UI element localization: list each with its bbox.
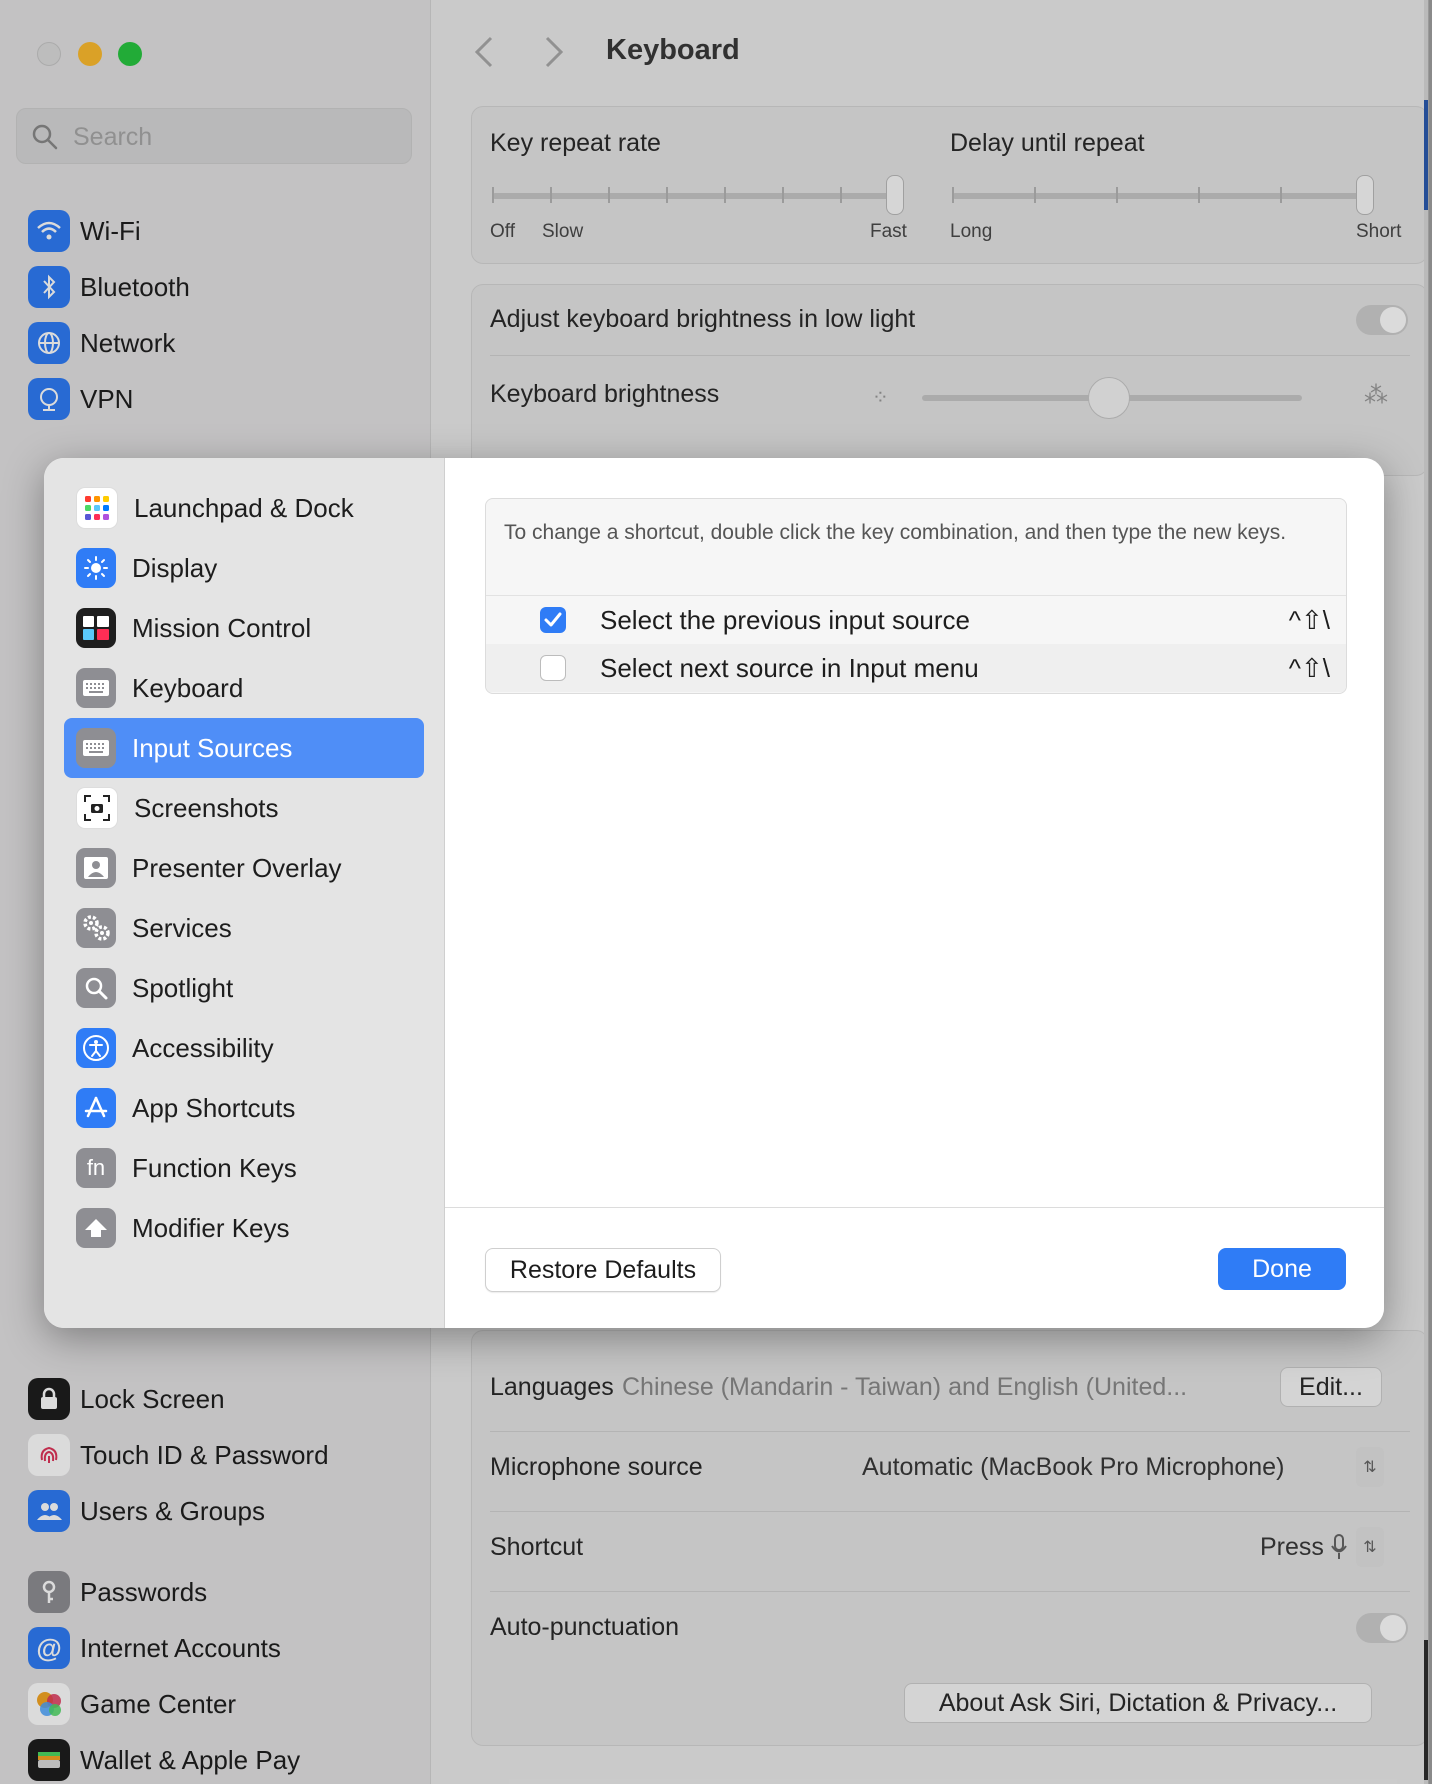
shortcut-table: To change a shortcut, double click the k…: [485, 498, 1347, 694]
display-icon: [76, 548, 116, 588]
keyboard-icon: [76, 728, 116, 768]
system-settings-window: Wi-Fi Bluetooth Network VPN Lock Screen: [0, 0, 1429, 1784]
fn-icon: fn: [76, 1148, 116, 1188]
accessibility-icon: [76, 1028, 116, 1068]
category-spotlight[interactable]: Spotlight: [64, 958, 424, 1018]
category-label: Mission Control: [132, 612, 312, 643]
shortcut-row-label: Select next source in Input menu: [600, 652, 979, 683]
category-label: Launchpad & Dock: [134, 492, 354, 523]
keyboard-icon: [76, 668, 116, 708]
category-label: Screenshots: [134, 792, 279, 823]
category-label: App Shortcuts: [132, 1092, 296, 1123]
category-launchpad-dock[interactable]: Launchpad & Dock: [64, 478, 424, 538]
screenshot-icon: [76, 787, 118, 829]
shortcut-checkbox-unchecked[interactable]: [540, 655, 566, 681]
shortcut-row-label: Select the previous input source: [600, 604, 970, 635]
mission-control-icon: [76, 608, 116, 648]
category-presenter-overlay[interactable]: Presenter Overlay: [64, 838, 424, 898]
category-accessibility[interactable]: Accessibility: [64, 1018, 424, 1078]
shortcut-key-combination[interactable]: ^⇧\: [1289, 653, 1330, 684]
up-arrow-icon: [76, 1208, 116, 1248]
shortcut-categories-list: Launchpad & Dock Display Mission Control…: [44, 458, 445, 1328]
category-mission-control[interactable]: Mission Control: [64, 598, 424, 658]
category-modifier-keys[interactable]: Modifier Keys: [64, 1198, 424, 1258]
category-app-shortcuts[interactable]: App Shortcuts: [64, 1078, 424, 1138]
footer-divider: [445, 1207, 1384, 1208]
category-keyboard[interactable]: Keyboard: [64, 658, 424, 718]
app-store-icon: [76, 1088, 116, 1128]
presenter-icon: [76, 848, 116, 888]
category-display[interactable]: Display: [64, 538, 424, 598]
launchpad-icon: [76, 487, 118, 529]
checkmark-icon: [544, 612, 562, 627]
restore-defaults-button[interactable]: Restore Defaults: [485, 1248, 721, 1292]
category-label: Input Sources: [132, 732, 293, 763]
magnifier-icon: [76, 968, 116, 1008]
shortcut-checkbox-checked[interactable]: [540, 607, 566, 633]
category-label: Modifier Keys: [132, 1212, 290, 1243]
category-services[interactable]: Services: [64, 898, 424, 958]
keyboard-shortcuts-sheet: Launchpad & Dock Display Mission Control…: [44, 458, 1384, 1328]
category-label: Spotlight: [132, 972, 234, 1003]
category-label: Keyboard: [132, 672, 244, 703]
gears-icon: [76, 908, 116, 948]
category-input-sources[interactable]: Input Sources: [64, 718, 424, 778]
done-button[interactable]: Done: [1218, 1248, 1346, 1290]
shortcut-detail-pane: To change a shortcut, double click the k…: [445, 458, 1384, 1328]
shortcut-row[interactable]: Select next source in Input menu ^⇧\: [486, 644, 1346, 692]
category-label: Function Keys: [132, 1152, 297, 1183]
shortcut-key-combination[interactable]: ^⇧\: [1289, 605, 1330, 636]
category-function-keys[interactable]: fn Function Keys: [64, 1138, 424, 1198]
category-label: Display: [132, 552, 218, 583]
category-label: Accessibility: [132, 1032, 274, 1063]
category-screenshots[interactable]: Screenshots: [64, 778, 424, 838]
category-label: Services: [132, 912, 232, 943]
category-label: Presenter Overlay: [132, 852, 342, 883]
shortcut-row[interactable]: Select the previous input source ^⇧\: [486, 596, 1346, 644]
shortcut-hint-text: To change a shortcut, double click the k…: [504, 521, 1287, 544]
